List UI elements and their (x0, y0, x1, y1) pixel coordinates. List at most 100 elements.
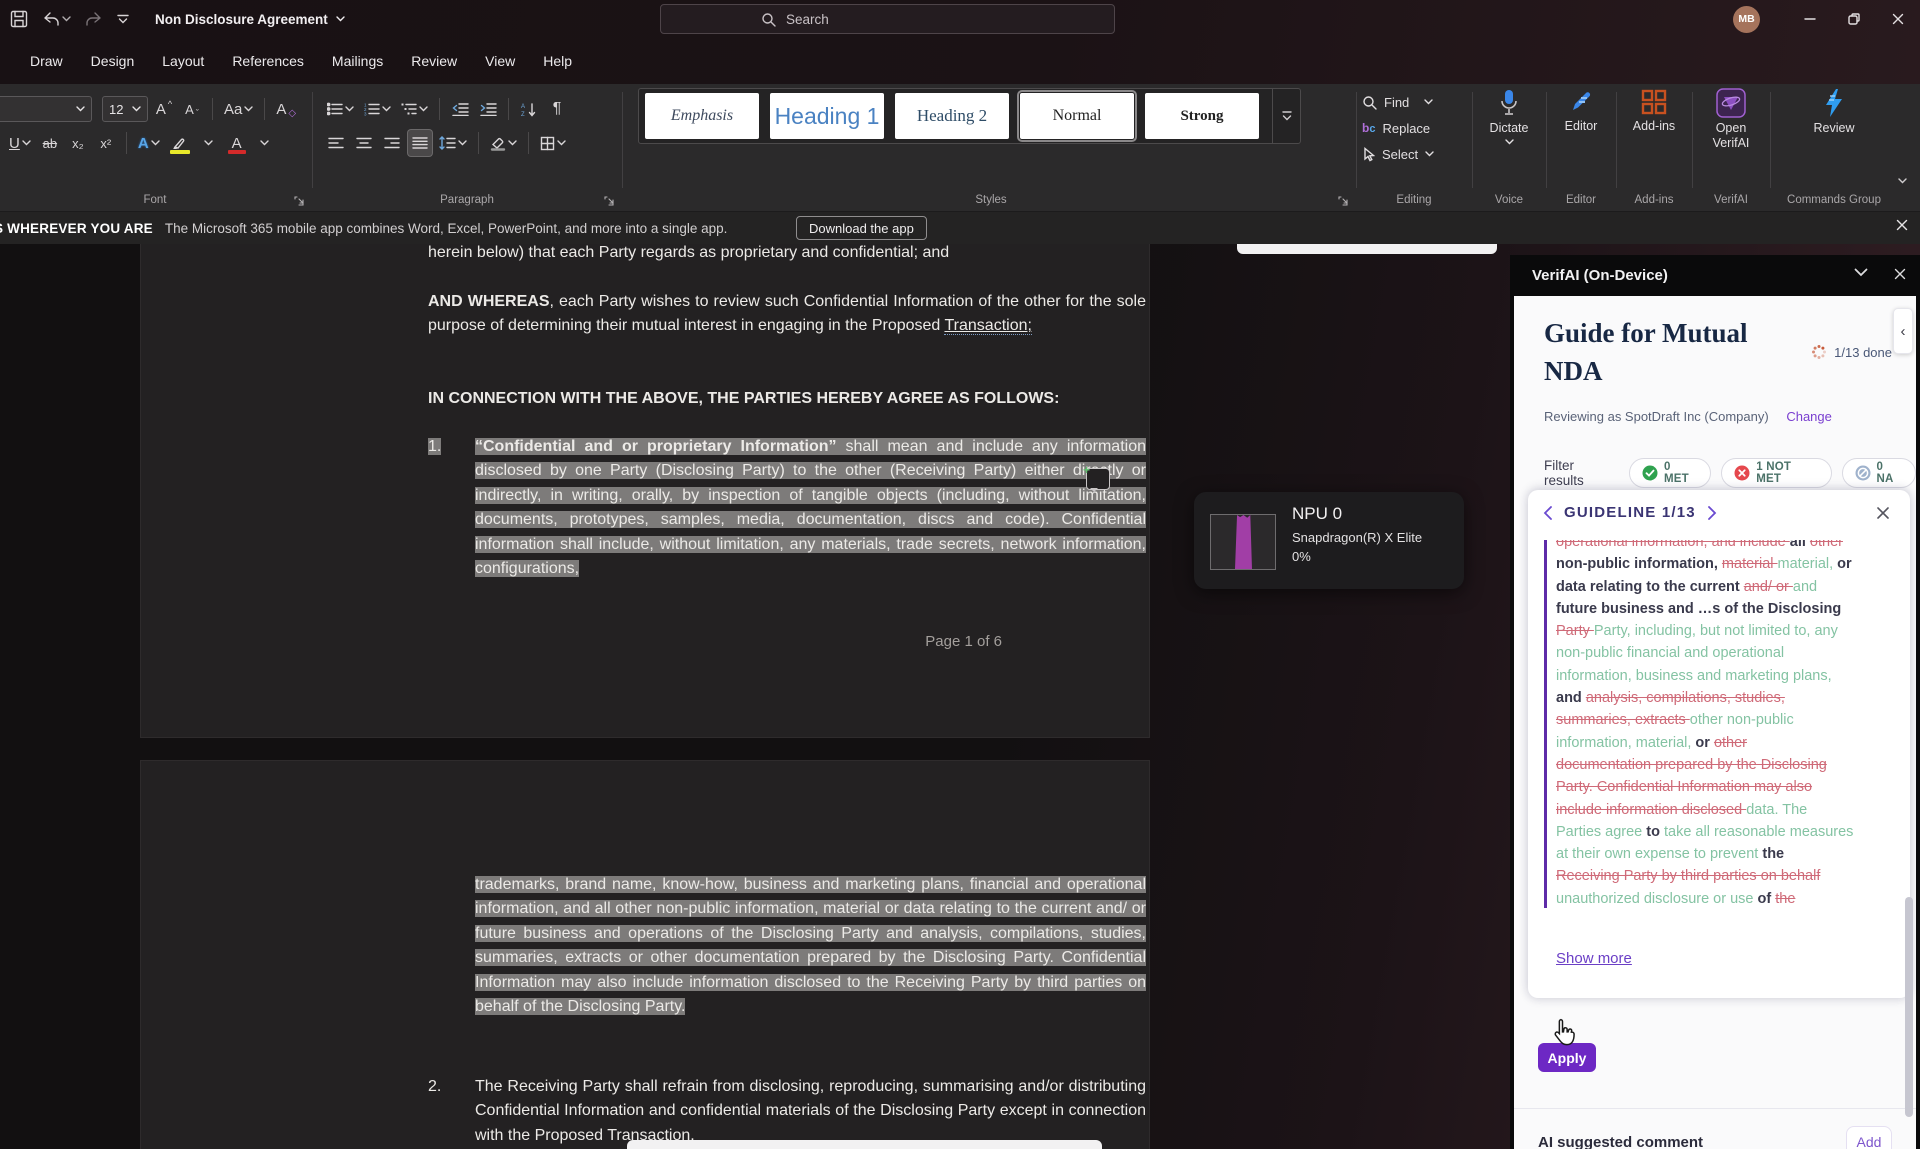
add-comment-icon[interactable]: + (1086, 468, 1110, 490)
customize-qat-icon[interactable] (117, 14, 129, 24)
underline-button[interactable]: U (6, 130, 34, 156)
styles-gallery-more-button[interactable] (1272, 89, 1300, 143)
paragraph: businesses (hereinafter referred to as “… (428, 244, 1146, 266)
decrease-indent-button[interactable] (448, 96, 472, 122)
addins-group: Add-ins Add-ins (1620, 84, 1688, 212)
document-page-1[interactable]: each other's business; assets; financial… (140, 244, 1150, 738)
style-card-label: Emphasis (671, 107, 733, 125)
font-name-combo[interactable] (0, 96, 92, 122)
justify-button[interactable] (408, 130, 432, 156)
shading-button[interactable] (487, 130, 520, 156)
redline-line: documentation prepared by the Disclosing (1556, 754, 1896, 776)
font-dialog-launcher-icon[interactable] (294, 196, 304, 206)
show-more-link[interactable]: Show more (1556, 950, 1632, 967)
lightning-bolt-icon (1822, 88, 1846, 118)
undo-button[interactable] (42, 11, 71, 27)
document-title[interactable]: Non Disclosure Agreement (155, 12, 345, 27)
styles-dialog-launcher-icon[interactable] (1338, 196, 1348, 206)
editor-button[interactable]: Editor (1550, 88, 1612, 134)
panel-scrollbar[interactable] (1905, 897, 1913, 1117)
redline-line: information, material, or other (1556, 732, 1896, 754)
ribbon-tab-references[interactable]: References (218, 45, 318, 77)
paragraph-dialog-launcher-icon[interactable] (604, 196, 614, 206)
svg-text:3: 3 (364, 112, 367, 117)
ribbon-tab-layout[interactable]: Layout (148, 45, 218, 77)
style-card-heading-1[interactable]: Heading 1 (770, 93, 884, 139)
change-case-button[interactable]: Aa (221, 96, 256, 122)
replace-button[interactable]: b c Replace (1362, 116, 1430, 140)
ribbon: 12 A^ Aˇ Aa A◇ U ab x₂ x² A A Font (0, 84, 1920, 212)
style-card-emphasis[interactable]: Emphasis (645, 93, 759, 139)
filter-pill-met[interactable]: 0 MET (1629, 458, 1711, 488)
review-button[interactable]: Review (1774, 88, 1894, 136)
text-effects-button[interactable]: A (135, 130, 163, 156)
open-verifai-button[interactable]: Open VerifAI (1696, 88, 1766, 151)
paragraph-group: 123 AZ ¶ Paragraph (316, 84, 618, 212)
minimize-button[interactable] (1788, 0, 1832, 38)
clear-formatting-button[interactable]: A◇ (273, 96, 299, 122)
highlight-dropdown[interactable] (197, 130, 221, 156)
dictate-button[interactable]: Dictate (1476, 88, 1542, 145)
m365-banner: S WHEREVER YOU ARE The Microsoft 365 mob… (0, 212, 1920, 244)
font-color-dropdown[interactable] (253, 130, 277, 156)
add-comment-button[interactable]: Add (1846, 1126, 1892, 1149)
font-size-combo[interactable]: 12 (102, 96, 148, 122)
npu-usage-graph (1210, 514, 1276, 570)
strikethrough-button[interactable]: ab (38, 130, 62, 156)
filter-pill-notmet[interactable]: 1 NOT MET (1721, 458, 1831, 488)
find-button[interactable]: Find (1362, 90, 1433, 114)
font-color-button[interactable]: A (225, 130, 249, 156)
panel-close-icon[interactable] (1894, 268, 1906, 280)
editor-group-label: Editor (1550, 194, 1612, 206)
restore-button[interactable] (1832, 0, 1876, 38)
style-card-normal[interactable]: Normal (1020, 93, 1134, 139)
ribbon-tab-view[interactable]: View (471, 45, 529, 77)
close-button[interactable] (1876, 0, 1920, 38)
borders-button[interactable] (537, 130, 569, 156)
highlight-color-button[interactable] (167, 130, 193, 156)
bullet-list-button[interactable] (324, 96, 357, 122)
npu-monitor-overlay: NPU 0 Snapdragon(R) X Elite 0% (1194, 492, 1464, 589)
ribbon-tab-mailings[interactable]: Mailings (318, 45, 397, 77)
search-input[interactable]: Search (660, 4, 1115, 34)
window-chrome: Non Disclosure Agreement Search MB DrawD… (0, 0, 1920, 84)
ribbon-tab-help[interactable]: Help (529, 45, 586, 77)
line-spacing-button[interactable] (436, 130, 470, 156)
shrink-font-button[interactable]: Aˇ (180, 96, 204, 122)
avatar[interactable]: MB (1733, 6, 1760, 33)
save-icon[interactable] (10, 10, 28, 28)
increase-indent-button[interactable] (476, 96, 500, 122)
verifai-panel: VerifAI (On-Device) Guide for MutualNDA … (1510, 255, 1920, 1149)
number-list-button[interactable]: 123 (361, 96, 394, 122)
filter-pill-na[interactable]: 0 NA (1842, 458, 1917, 488)
panel-collapse-icon[interactable] (1854, 268, 1868, 277)
superscript-button[interactable]: x² (94, 130, 118, 156)
prev-guideline-icon[interactable] (1542, 505, 1554, 521)
grow-font-button[interactable]: A^ (152, 96, 176, 122)
align-center-button[interactable] (352, 130, 376, 156)
banner-close-icon[interactable] (1896, 219, 1908, 231)
style-card-heading-2[interactable]: Heading 2 (895, 93, 1009, 139)
subscript-button[interactable]: x₂ (66, 130, 90, 156)
change-link[interactable]: Change (1786, 409, 1832, 424)
align-right-button[interactable] (380, 130, 404, 156)
select-button[interactable]: Select (1362, 142, 1434, 166)
banner-bold-text: S WHEREVER YOU ARE (0, 221, 153, 236)
align-left-button[interactable] (324, 130, 348, 156)
document-page-2[interactable]: trademarks, brand name, know-how, busine… (140, 760, 1150, 1149)
collapse-ribbon-icon[interactable] (1898, 178, 1907, 184)
redo-icon[interactable] (85, 11, 103, 27)
ribbon-tab-design[interactable]: Design (77, 45, 149, 77)
ribbon-tab-review[interactable]: Review (397, 45, 471, 77)
verifai-logo-icon (1716, 88, 1746, 118)
ribbon-tab-draw[interactable]: Draw (16, 45, 77, 77)
next-guideline-icon[interactable] (1706, 505, 1718, 521)
download-app-button[interactable]: Download the app (796, 216, 927, 240)
guideline-close-icon[interactable] (1876, 506, 1890, 520)
panel-side-collapse-tab[interactable]: ‹ (1893, 308, 1913, 354)
show-marks-button[interactable]: ¶ (545, 96, 569, 122)
style-card-strong[interactable]: Strong (1145, 93, 1259, 139)
multilevel-list-button[interactable] (398, 96, 431, 122)
sort-button[interactable]: AZ (517, 96, 541, 122)
addins-button[interactable]: Add-ins (1620, 88, 1688, 134)
